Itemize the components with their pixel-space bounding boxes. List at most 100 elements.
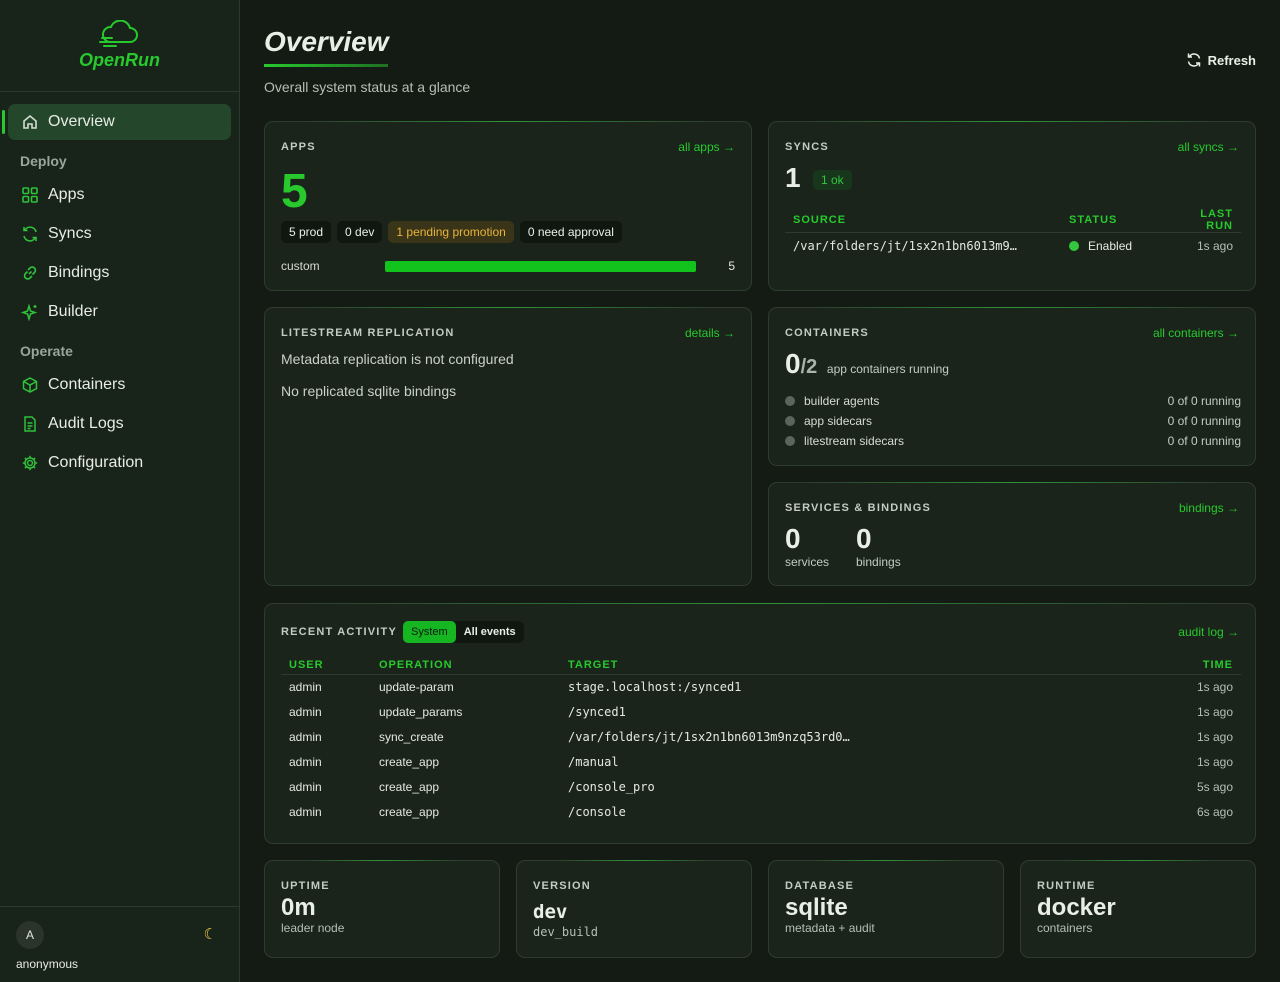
audit-log-link[interactable]: audit log →: [1178, 625, 1239, 639]
sidebar-item-label: Configuration: [48, 454, 144, 471]
table-row[interactable]: admin sync_create /var/folders/jt/1sx2n1…: [281, 724, 1241, 749]
activity-target: /var/folders/jt/1sx2n1bn6013m9nzq53rd0…: [568, 729, 850, 744]
stat-value: sqlite: [785, 894, 848, 921]
activity-target: stage.localhost:/synced1: [568, 679, 742, 694]
sidebar-item-builder[interactable]: Builder: [8, 294, 231, 330]
activity-time: 1s ago: [1196, 704, 1233, 719]
version-card: VERSION dev dev_build: [516, 860, 752, 958]
bindings-link[interactable]: bindings →: [1179, 501, 1239, 515]
stat-value: 0m: [281, 894, 316, 921]
tab-system[interactable]: System: [403, 621, 456, 643]
table-row[interactable]: admin update-param stage.localhost:/sync…: [281, 674, 1241, 699]
list-item: builder agents 0 of 0 running: [785, 394, 1241, 414]
services-card-label: SERVICES & BINDINGS: [785, 502, 932, 514]
refresh-icon: [1187, 53, 1200, 67]
dev-pill: 0 dev: [337, 221, 383, 243]
activity-operation: create_app: [379, 804, 440, 819]
activity-header: RECENT ACTIVITY System All events: [281, 621, 524, 643]
container-type: litestream sidecars: [804, 434, 905, 448]
activity-target: /console: [568, 804, 626, 819]
status-dot: [785, 396, 795, 406]
sidebar-item-audit-logs[interactable]: Audit Logs: [8, 406, 231, 442]
syncs-count: 1: [785, 162, 801, 193]
activity-card-label: RECENT ACTIVITY: [281, 626, 397, 638]
sidebar-item-bindings[interactable]: Bindings: [8, 255, 231, 291]
sidebar-item-apps[interactable]: Apps: [8, 177, 231, 213]
sidebar-item-label: Syncs: [48, 225, 92, 242]
apps-bar-value: 5: [728, 259, 735, 273]
sidebar-item-label: Apps: [48, 186, 85, 203]
container-type: app sidecars: [804, 414, 873, 428]
activity-target: /manual: [568, 754, 619, 769]
column-status: STATUS: [1069, 214, 1118, 226]
recent-activity-card: RECENT ACTIVITY System All events audit …: [264, 603, 1256, 844]
bindings-label: bindings: [856, 555, 901, 569]
syncs-table: SOURCE STATUS LAST RUN /var/folders/jt/1…: [785, 208, 1241, 259]
all-containers-link[interactable]: all containers →: [1153, 326, 1239, 340]
activity-operation: sync_create: [379, 729, 444, 744]
container-count: 0 of 0 running: [1167, 414, 1241, 428]
status-dot: [785, 436, 795, 446]
page-title: Overview: [264, 26, 389, 57]
column-source: SOURCE: [793, 214, 847, 226]
sync-icon: [20, 224, 40, 244]
all-syncs-link[interactable]: all syncs →: [1178, 140, 1239, 154]
document-icon: [20, 414, 40, 434]
activity-operation: update_params: [379, 704, 463, 719]
sync-source: /var/folders/jt/1sx2n1bn6013m9…: [793, 238, 1017, 253]
containers-summary: 0/2 app containers running: [785, 348, 949, 380]
stat-sub: metadata + audit: [785, 921, 875, 935]
refresh-button[interactable]: Refresh: [1186, 52, 1256, 68]
activity-time: 1s ago: [1196, 754, 1233, 769]
activity-target: /synced1: [568, 704, 626, 719]
apps-pills: 5 prod 0 dev 1 pending promotion 0 need app…: [281, 221, 628, 243]
apps-bar-fill: [385, 261, 696, 272]
stat-value: dev: [533, 901, 568, 923]
status-dot: [1069, 240, 1079, 251]
syncs-card: SYNCS all syncs → 1 1 ok SOURCE STATUS L…: [768, 121, 1256, 291]
bindings-count: 0: [856, 523, 872, 554]
details-link[interactable]: details →: [685, 326, 735, 340]
sidebar: OpenRun Overview Deploy Apps Syncs Bindi…: [0, 0, 240, 982]
column-time: TIME: [1202, 658, 1233, 671]
table-row[interactable]: admin create_app /console 6s ago: [281, 799, 1241, 824]
container-count: 0 of 0 running: [1167, 434, 1241, 448]
gear-icon: [20, 453, 40, 473]
containers-list: builder agents 0 of 0 running app sideca…: [785, 394, 1241, 454]
syncs-card-label: SYNCS: [785, 141, 829, 153]
table-row[interactable]: admin update_params /synced1 1s ago: [281, 699, 1241, 724]
all-apps-link[interactable]: all apps →: [678, 140, 735, 154]
sidebar-item-label: Bindings: [48, 264, 110, 281]
grid-icon: [20, 185, 40, 205]
sidebar-item-label: Audit Logs: [48, 415, 124, 432]
moon-icon[interactable]: ☾: [204, 925, 217, 943]
syncs-ok-badge: 1 ok: [813, 170, 852, 190]
sidebar-item-containers[interactable]: Containers: [8, 367, 231, 403]
tab-all-events[interactable]: All events: [456, 621, 524, 643]
activity-filter: System All events: [403, 621, 524, 643]
activity-user: admin: [289, 729, 322, 744]
container-type: builder agents: [804, 394, 880, 408]
sidebar-nav: Overview Deploy Apps Syncs Bindings Buil: [0, 92, 239, 496]
apps-count: 5: [281, 165, 308, 218]
activity-operation: update-param: [379, 679, 454, 694]
table-row[interactable]: admin create_app /console_pro 5s ago: [281, 774, 1241, 799]
sidebar-item-overview[interactable]: Overview: [2, 104, 231, 140]
username: anonymous: [16, 957, 79, 971]
pending-promotion-pill[interactable]: 1 pending promotion: [388, 221, 514, 243]
sparkle-icon: [20, 302, 40, 322]
sidebar-section-operate: Operate: [20, 343, 73, 359]
sidebar-item-syncs[interactable]: Syncs: [8, 216, 231, 252]
containers-caption: app containers running: [826, 362, 949, 376]
sync-last-run: 1s ago: [1196, 238, 1233, 253]
column-user: USER: [289, 658, 324, 671]
cube-icon: [20, 375, 40, 395]
sidebar-section-deploy: Deploy: [20, 153, 67, 169]
avatar[interactable]: A: [16, 921, 44, 949]
sidebar-item-configuration[interactable]: Configuration: [8, 445, 231, 481]
logo[interactable]: OpenRun: [0, 0, 239, 92]
containers-card-label: CONTAINERS: [785, 327, 869, 339]
table-row[interactable]: /var/folders/jt/1sx2n1bn6013m9… Enabled …: [785, 232, 1241, 259]
column-target: TARGET: [568, 658, 619, 671]
table-row[interactable]: admin create_app /manual 1s ago: [281, 749, 1241, 774]
